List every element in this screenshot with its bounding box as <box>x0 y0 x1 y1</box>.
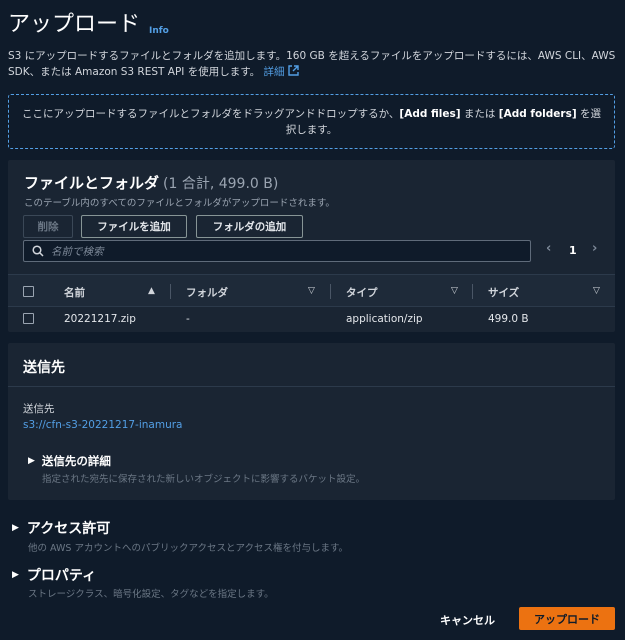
dropzone-add-files: [Add files] <box>399 108 461 120</box>
info-link[interactable]: Info <box>149 26 169 36</box>
files-count: (1 合計, 499.0 B) <box>163 176 279 192</box>
chevron-left-icon[interactable]: ‹ <box>546 241 551 256</box>
add-folder-button[interactable]: フォルダの追加 <box>196 215 303 238</box>
drop-zone[interactable]: ここにアップロードするファイルとフォルダをドラッグアンドドロップするか、[Add… <box>8 94 615 149</box>
column-divider <box>472 284 473 299</box>
files-subtitle: このテーブル内のすべてのファイルとフォルダがアップロードされます。 <box>24 198 335 209</box>
column-header-name[interactable]: 名前 <box>64 285 85 300</box>
dropzone-text: ここにアップロードするファイルとフォルダをドラッグアンドドロップするか、 <box>22 108 400 120</box>
permissions-description: 他の AWS アカウントへのパブリックアクセスとアクセス権を付与します。 <box>28 543 349 554</box>
caret-right-icon: ▶ <box>12 570 19 580</box>
delete-button[interactable]: 削除 <box>23 215 73 238</box>
destination-details-toggle[interactable]: ▶ 送信先の詳細 <box>28 453 111 469</box>
column-divider <box>330 284 331 299</box>
learn-more-link[interactable]: 詳細 <box>263 65 299 78</box>
permissions-title: アクセス許可 <box>26 521 111 537</box>
search-field[interactable]: 名前で検索 <box>23 240 531 262</box>
destination-label: 送信先 <box>23 403 55 415</box>
properties-title: プロパティ <box>26 568 97 584</box>
files-panel: ファイルとフォルダ (1 合計, 499.0 B) このテーブル内のすべてのファイ… <box>8 160 615 332</box>
external-link-icon <box>287 65 299 76</box>
dropzone-add-folders: [Add folders] <box>498 108 577 120</box>
sort-icon[interactable]: ▽ <box>308 286 315 296</box>
add-files-button[interactable]: ファイルを追加 <box>81 215 187 238</box>
cell-folder: - <box>186 313 190 325</box>
row-checkbox[interactable] <box>23 313 34 324</box>
properties-toggle[interactable]: ▶ プロパティ <box>12 565 96 585</box>
destination-header: 送信先 <box>8 343 615 387</box>
page-description: S3 にアップロードするファイルとフォルダを追加します。160 GB を超えるフ… <box>8 48 618 80</box>
chevron-right-icon[interactable]: › <box>592 241 597 256</box>
search-icon <box>32 245 44 257</box>
destination-uri-link[interactable]: s3://cfn-s3-20221217-inamura <box>23 419 183 431</box>
column-header-size[interactable]: サイズ <box>488 285 519 300</box>
sort-icon[interactable]: ▽ <box>593 286 600 296</box>
table-row[interactable]: 20221217.zip - application/zip 499.0 B <box>8 307 615 331</box>
files-title: ファイルとフォルダ (1 合計, 499.0 B) <box>24 172 278 193</box>
upload-button[interactable]: アップロード <box>519 607 615 630</box>
learn-more-label: 詳細 <box>263 66 285 78</box>
column-divider <box>170 284 171 299</box>
page-number[interactable]: 1 <box>569 244 577 257</box>
destination-title: 送信先 <box>23 360 65 376</box>
cell-type: application/zip <box>346 313 423 325</box>
properties-description: ストレージクラス、暗号化設定、タグなどを指定します。 <box>28 589 274 600</box>
page-title: アップロード <box>8 12 141 37</box>
select-all-checkbox[interactable] <box>23 286 34 297</box>
sort-ascending-icon[interactable]: ▲ <box>148 286 155 296</box>
cell-size: 499.0 B <box>488 313 529 325</box>
destination-details-title: 送信先の詳細 <box>41 454 111 468</box>
column-header-folder[interactable]: フォルダ <box>186 285 228 300</box>
column-header-type[interactable]: タイプ <box>346 285 378 300</box>
description-text: S3 にアップロードするファイルとフォルダを追加します。160 GB を超えるフ… <box>8 50 616 78</box>
cancel-button[interactable]: キャンセル <box>440 612 495 628</box>
destination-panel: 送信先 送信先 s3://cfn-s3-20221217-inamura ▶ 送… <box>8 343 615 500</box>
dropzone-text-middle: または <box>460 108 499 120</box>
destination-details-description: 指定された宛先に保存された新しいオブジェクトに影響するバケット設定。 <box>42 474 366 485</box>
permissions-toggle[interactable]: ▶ アクセス許可 <box>12 518 110 538</box>
cell-name: 20221217.zip <box>64 313 136 325</box>
page-title-row: アップロード Info <box>8 6 169 38</box>
table-header: 名前 ▲ フォルダ ▽ タイプ ▽ サイズ ▽ <box>8 274 615 307</box>
caret-right-icon: ▶ <box>12 523 19 533</box>
files-title-text: ファイルとフォルダ <box>24 174 160 192</box>
search-placeholder: 名前で検索 <box>51 245 104 258</box>
caret-right-icon: ▶ <box>28 456 35 466</box>
sort-icon[interactable]: ▽ <box>451 286 458 296</box>
